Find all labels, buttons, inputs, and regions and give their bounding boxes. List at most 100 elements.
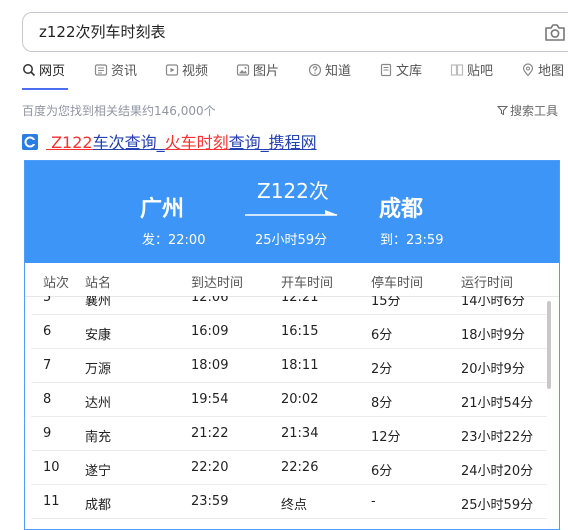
- cell-station-no: 9: [43, 426, 52, 441]
- cell-stop-time: 6分: [371, 464, 393, 479]
- title-part-train: Z122: [46, 133, 93, 152]
- tab-images[interactable]: 图片: [236, 62, 279, 84]
- table-row: 11 成都 23:59 终点 - 25小时59分: [31, 485, 547, 519]
- cell-station-name: 万源: [85, 362, 112, 377]
- image-icon: [236, 64, 250, 76]
- search-tabs: 网页 资讯 视频 图片 知道 文库 贴吧 地图: [22, 62, 568, 90]
- table-scroll-area[interactable]: 5 襄州 12:06 12:21 15分 14小时6分 6 安康 16:09 1…: [25, 296, 559, 529]
- total-duration: 25小时59分: [255, 233, 328, 248]
- tab-label: 视频: [182, 64, 209, 79]
- document-icon: [380, 63, 392, 77]
- map-icon: [522, 63, 534, 77]
- active-tab-indicator: [22, 88, 68, 90]
- result-title-link[interactable]: Z122车次查询_火车时刻查询_携程网: [22, 132, 317, 154]
- cell-departure: 18:11: [281, 358, 319, 373]
- table-row: 5 襄州 12:06 12:21 15分 14小时6分: [31, 296, 547, 315]
- tab-web[interactable]: 网页: [22, 62, 65, 84]
- cell-station-no: 8: [43, 392, 52, 407]
- cell-departure: 22:26: [281, 460, 319, 475]
- origin-city: 广州: [140, 197, 185, 222]
- cell-arrival: 12:06: [191, 296, 229, 305]
- cell-station-name: 成都: [85, 498, 112, 513]
- cell-station-no: 10: [43, 460, 60, 475]
- title-part-site: 查询_携程网: [228, 133, 317, 152]
- cell-station-no: 6: [43, 324, 52, 339]
- search-tools-button[interactable]: 搜索工具: [497, 102, 558, 119]
- cell-station-no: 7: [43, 358, 52, 373]
- cell-run-time: 20小时9分: [461, 362, 525, 377]
- header-stop-time: 停车时间: [371, 276, 424, 291]
- cell-stop-time: 6分: [371, 328, 393, 343]
- cell-run-time: 14小时6分: [461, 296, 525, 309]
- table-row: 8 达州 19:54 20:02 8分 21小时54分: [31, 383, 547, 417]
- train-schedule-card: 广州 发：22:00 Z122次 25小时59分 成都 到：23:59 站次 站…: [24, 160, 560, 530]
- cell-arrival: 18:09: [191, 358, 229, 373]
- cell-departure: 20:02: [281, 392, 319, 407]
- camera-icon[interactable]: [544, 22, 566, 42]
- tab-label: 贴吧: [467, 64, 494, 79]
- video-icon: [165, 64, 179, 76]
- tab-tieba[interactable]: 贴吧: [450, 62, 493, 84]
- table-body: 5 襄州 12:06 12:21 15分 14小时6分 6 安康 16:09 1…: [25, 296, 559, 519]
- cell-stop-time: -: [371, 494, 376, 509]
- header-arrival: 到达时间: [191, 276, 244, 291]
- header-station-name: 站名: [85, 276, 112, 291]
- tab-wenku[interactable]: 文库: [379, 62, 422, 84]
- cell-run-time: 24小时20分: [461, 464, 534, 479]
- cell-station-name: 安康: [85, 328, 112, 343]
- train-number: Z122次: [257, 179, 329, 203]
- search-box[interactable]: z122次列车时刻表: [22, 12, 568, 52]
- tab-label: 地图: [538, 64, 565, 79]
- header-departure: 开车时间: [281, 276, 334, 291]
- destination-city: 成都: [379, 197, 424, 222]
- cell-station-no: 11: [43, 494, 60, 509]
- cell-departure: 12:21: [281, 296, 319, 305]
- tab-label: 资讯: [111, 64, 138, 79]
- cell-stop-time: 8分: [371, 396, 393, 411]
- cell-departure: 16:15: [281, 324, 319, 339]
- baidu-logo-fragment[interactable]: [0, 24, 6, 46]
- search-tools-label: 搜索工具: [510, 104, 559, 118]
- title-part-timetable: 火车时刻: [164, 133, 229, 152]
- cell-run-time: 23小时22分: [461, 430, 534, 445]
- forum-icon: [450, 64, 464, 76]
- tab-news[interactable]: 资讯: [94, 62, 137, 84]
- header-station-no: 站次: [43, 276, 70, 291]
- title-part-query: 车次查询_: [92, 133, 165, 152]
- tab-zhidao[interactable]: 知道: [308, 62, 351, 84]
- table-row: 9 南充 21:22 21:34 12分 23小时22分: [31, 417, 547, 451]
- table-row: 6 安康 16:09 16:15 6分 18小时9分: [31, 315, 547, 349]
- search-input[interactable]: z122次列车时刻表: [39, 13, 166, 51]
- tab-video[interactable]: 视频: [165, 62, 208, 84]
- cell-stop-time: 15分: [371, 296, 401, 309]
- site-favicon-icon: [22, 134, 38, 150]
- cell-station-name: 襄州: [85, 296, 112, 309]
- cell-run-time: 18小时9分: [461, 328, 525, 343]
- cell-stop-time: 12分: [371, 430, 401, 445]
- cell-station-name: 遂宁: [85, 464, 112, 479]
- cell-arrival: 22:20: [191, 460, 229, 475]
- cell-arrival: 16:09: [191, 324, 229, 339]
- table-header: 站次 站名 到达时间 开车时间 停车时间 运行时间: [25, 263, 559, 297]
- result-count: 百度为您找到相关结果约146,000个: [22, 104, 216, 118]
- cell-station-name: 达州: [85, 396, 112, 411]
- cell-departure: 终点: [281, 498, 308, 513]
- filter-icon: [497, 106, 508, 116]
- tab-label: 文库: [396, 64, 423, 79]
- question-icon: [308, 63, 322, 77]
- header-run-time: 运行时间: [461, 276, 514, 291]
- departure-time: 发：22:00: [142, 233, 206, 248]
- tab-label: 知道: [325, 64, 352, 79]
- cell-station-name: 南充: [85, 430, 112, 445]
- cell-run-time: 21小时54分: [461, 396, 534, 411]
- tab-map[interactable]: 地图: [521, 62, 564, 84]
- cell-stop-time: 2分: [371, 362, 393, 377]
- tab-label: 图片: [253, 64, 280, 79]
- route-banner: 广州 发：22:00 Z122次 25小时59分 成都 到：23:59: [25, 161, 559, 263]
- table-row: 7 万源 18:09 18:11 2分 20小时9分: [31, 349, 547, 383]
- table-scrollbar[interactable]: [547, 301, 551, 389]
- arrival-time: 到：23:59: [380, 233, 444, 248]
- table-row: 10 遂宁 22:20 22:26 6分 24小时20分: [31, 451, 547, 485]
- cell-arrival: 21:22: [191, 426, 229, 441]
- cell-arrival: 23:59: [191, 494, 229, 509]
